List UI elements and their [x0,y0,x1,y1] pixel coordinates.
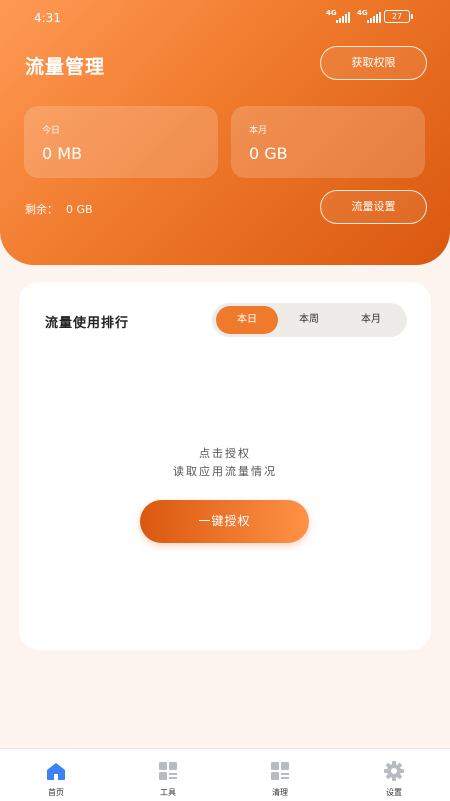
remaining-data: 剩余： 0 GB [25,201,93,217]
period-segmented-control: 本日 本周 本月 [212,303,407,337]
nav-item-home[interactable]: 首页 [0,749,112,801]
clean-icon [271,762,289,780]
today-usage-card: 今日 0 MB [24,106,218,178]
data-settings-button[interactable]: 流量设置 [320,190,427,224]
tab-this-week[interactable]: 本周 [278,306,340,334]
one-key-authorize-button[interactable]: 一键授权 [140,500,309,543]
tools-icon [159,762,177,780]
battery-icon: 27 [384,10,413,23]
nav-item-tools[interactable]: 工具 [112,749,224,801]
nav-item-settings[interactable]: 设置 [338,749,450,801]
page-title: 流量管理 [25,56,106,78]
get-permission-button[interactable]: 获取权限 [320,46,427,80]
remaining-value: 0 GB [66,203,93,216]
nav-label-home: 首页 [48,788,64,797]
settings-gear-icon [384,761,404,781]
nav-item-clean[interactable]: 清理 [224,749,336,801]
month-value: 0 GB [249,144,288,163]
bottom-nav: 首页 工具 清理 设置 [0,748,450,801]
empty-hint-line2: 读取应用流量情况 [173,465,277,478]
nav-label-tools: 工具 [160,788,176,797]
status-bar: 4:31 4G 4G 27 [0,0,450,34]
today-value: 0 MB [42,144,83,163]
today-label: 今日 [42,126,61,136]
home-icon [47,763,65,780]
tab-today[interactable]: 本日 [216,306,278,334]
empty-hint-line1: 点击授权 [199,447,251,460]
tab-this-month[interactable]: 本月 [340,306,402,334]
remaining-label: 剩余： [25,203,58,216]
ranking-title: 流量使用排行 [45,316,130,331]
nav-label-settings: 设置 [386,788,402,797]
month-usage-card: 本月 0 GB [231,106,425,178]
status-time: 4:31 [34,11,61,25]
header-panel: 4:31 4G 4G 27 流量管理 获取权限 今日 0 MB 本月 0 GB … [0,0,450,265]
usage-ranking-card: 流量使用排行 本日 本周 本月 点击授权 读取应用流量情况 一键授权 [19,282,431,650]
month-label: 本月 [249,126,268,136]
nav-label-clean: 清理 [272,788,288,797]
